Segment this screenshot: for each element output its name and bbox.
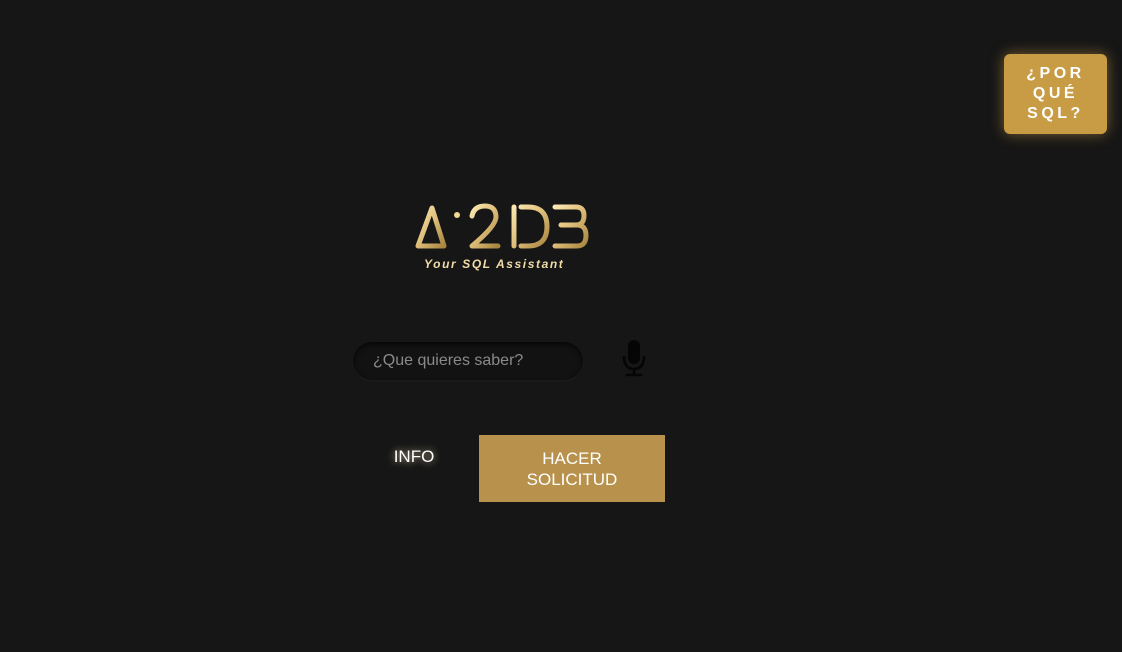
info-button[interactable]: INFO <box>383 445 445 469</box>
brand-logo: Your SQL Assistant <box>410 196 596 276</box>
submit-request-button[interactable]: HACER SOLICITUD <box>479 435 665 502</box>
question-input[interactable] <box>353 342 583 380</box>
microphone-button[interactable] <box>620 338 648 378</box>
page: ¿POR QUÉ SQL? Your SQL Assistant ¿Que qu… <box>0 0 1122 652</box>
why-sql-button[interactable]: ¿POR QUÉ SQL? <box>1004 54 1107 134</box>
logo-dot <box>454 212 460 218</box>
logo-tagline: Your SQL Assistant <box>424 257 564 271</box>
microphone-icon <box>622 340 646 377</box>
